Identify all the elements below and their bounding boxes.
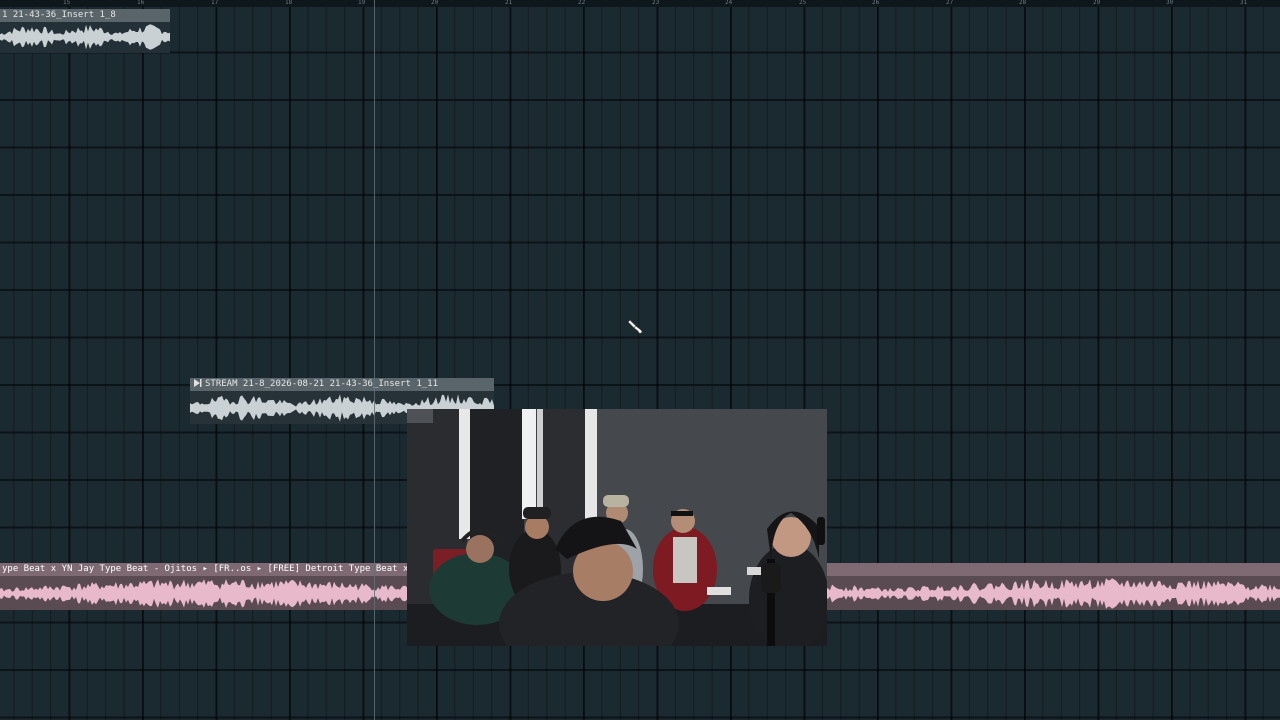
clip-title: STREAM 21-8_2026-08-21 21-43-36_Insert 1… (205, 379, 438, 389)
webcam-scene (407, 409, 827, 646)
clip-title: 1 21-43-36_Insert 1_8 (0, 9, 170, 22)
ruler-tick: 23 (652, 0, 660, 6)
playhead-line[interactable] (374, 0, 375, 720)
ruler-tick: 22 (578, 0, 586, 6)
ruler-tick: 24 (725, 0, 733, 6)
ruler-tick: 21 (505, 0, 513, 6)
ruler-tick: 16 (137, 0, 145, 6)
ruler-tick: 31 (1240, 0, 1248, 6)
waveform (0, 24, 170, 50)
webcam-overlay (407, 409, 827, 646)
ruler-tick: 25 (799, 0, 807, 6)
ruler-tick: 15 (63, 0, 71, 6)
ruler-tick: 17 (211, 0, 219, 6)
ruler-tick: 30 (1166, 0, 1174, 6)
ruler-tick: 19 (358, 0, 366, 6)
play-triangle-icon (194, 379, 202, 387)
ruler-tick: 18 (285, 0, 293, 6)
ruler-tick: 29 (1093, 0, 1101, 6)
ruler-tick: 26 (872, 0, 880, 6)
timeline-ruler[interactable]: 15 16 17 18 19 20 21 22 23 24 25 26 27 2… (0, 0, 1280, 7)
clip-title-bar: STREAM 21-8_2026-08-21 21-43-36_Insert 1… (190, 378, 494, 391)
waveform-shape (0, 24, 170, 50)
ruler-tick: 20 (431, 0, 439, 6)
ruler-tick: 28 (1019, 0, 1027, 6)
ruler-tick: 27 (946, 0, 954, 6)
paint-brush-cursor-icon (628, 319, 643, 334)
audio-clip-insert-1-8[interactable]: 1 21-43-36_Insert 1_8 (0, 9, 170, 53)
